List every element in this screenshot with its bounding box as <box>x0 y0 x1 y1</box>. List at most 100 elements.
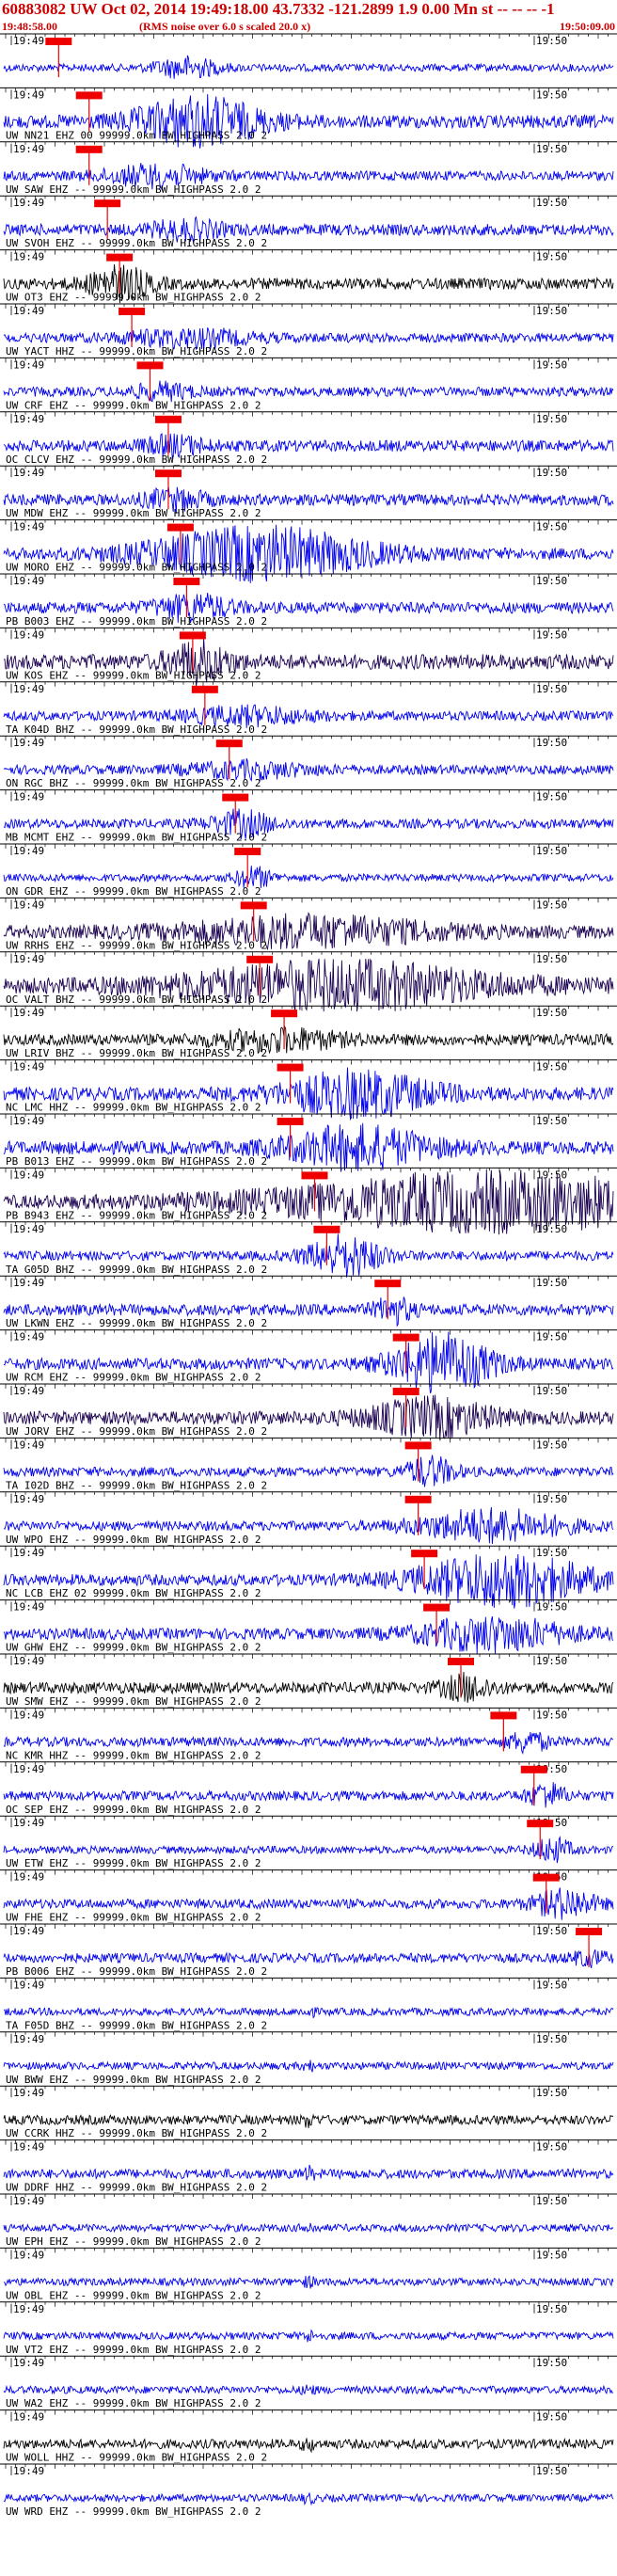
tick-label-left: 19:49 <box>13 1439 44 1451</box>
trace: 19:49 19:50 UW NN21 EHZ 00 99999.0km BW_HI… <box>0 87 617 149</box>
trace: 19:49 19:50 UW OT3 EHZ -- 99999.0km BW_HIG… <box>0 249 617 304</box>
trace: 19:49 19:50 NC LMC HHZ -- 99999.0km BW_HIG… <box>0 1059 617 1121</box>
trace: 19:49 19:50 UW CRF EHZ -- 99999.0km BW_HIG… <box>0 357 617 411</box>
tick-label-right: 19:50 <box>536 2411 567 2424</box>
waveform <box>4 2006 614 2019</box>
station-label: UW BWW EHZ -- 99999.0km BW_HIGHPASS 2.0 … <box>6 2074 261 2086</box>
tick-label-left: 19:49 <box>13 521 44 533</box>
pick-flag <box>222 793 249 802</box>
tick-label-left: 19:49 <box>13 898 44 911</box>
trace: 19:49 19:50 UW RRHS EHZ -- 99999.0km BW_HI… <box>0 897 617 951</box>
tick-label-left: 19:49 <box>13 1655 44 1667</box>
station-label: OC SEP EHZ -- 99999.0km BW_HIGHPASS 2.0 … <box>6 1804 261 1816</box>
tick-label-right: 19:50 <box>536 791 567 803</box>
station-label: UW LRIV BHZ -- 99999.0km BW_HIGHPASS 2.0… <box>6 1047 267 1059</box>
trace: 19:49 19:50 NC LCB EHZ 02 99999.0km BW_HIG… <box>0 1545 617 1609</box>
tick-label-right: 19:50 <box>536 143 567 155</box>
seismogram-plot: 19:49 19:50 19:49 19:50 UW NN21 EHZ 00 99999… <box>0 33 617 2518</box>
tick-label-right: 19:50 <box>536 845 567 857</box>
tick-label-left: 19:49 <box>13 1763 44 1775</box>
tick-label-right: 19:50 <box>536 1331 567 1344</box>
tick-label-right: 19:50 <box>536 1493 567 1505</box>
pick-flag <box>166 523 194 532</box>
trace: 19:49 19:50 UW SMW EHZ -- 99999.0km BW_HIG… <box>0 1653 617 1708</box>
trace: 19:49 19:50 PB B943 EHZ -- 99999.0km BW_HI… <box>0 1167 617 1235</box>
trace: 19:49 19:50 UW BWW EHZ -- 99999.0km BW_HIG… <box>0 2031 617 2086</box>
tick-label-right: 19:50 <box>536 575 567 587</box>
tick-label-left: 19:49 <box>13 305 44 317</box>
trace: 19:49 19:50 UW JORV EHZ -- 99999.0km BW_HI… <box>0 1383 617 1440</box>
tick-label-left: 19:49 <box>13 2033 44 2045</box>
pick-flag <box>271 1010 298 1018</box>
station-label: UW RRHS EHZ -- 99999.0km BW_HIGHPASS 2.0… <box>6 939 267 951</box>
tick-label-left: 19:49 <box>13 2303 44 2315</box>
station-label: UW OBL EHZ -- 99999.0km BW_HIGHPASS 2.0 … <box>6 2289 261 2301</box>
tick-label-right: 19:50 <box>536 2033 567 2045</box>
trace: 19:49 19:50 PB B003 EHZ -- 99999.0km BW_HI… <box>0 573 617 628</box>
tick-label-right: 19:50 <box>536 2357 567 2369</box>
tick-label-left: 19:49 <box>13 1277 44 1289</box>
trace: 19:49 19:50 UW LRIV BHZ -- 99999.0km BW_HI… <box>0 1005 617 1059</box>
tick-label-left: 19:49 <box>13 35 44 47</box>
station-label: OC CLCV EHZ -- 99999.0km BW_HIGHPASS 2.0… <box>6 453 267 466</box>
station-label: UW ETW EHZ -- 99999.0km BW_HIGHPASS 2.0 … <box>6 1857 261 1869</box>
tick-label-left: 19:49 <box>13 413 44 425</box>
tick-label-right: 19:50 <box>536 2303 567 2315</box>
trace: 19:49 19:50 UW DDRF HHZ -- 99999.0km BW_HI… <box>0 2139 617 2194</box>
tick-label-left: 19:49 <box>13 1709 44 1721</box>
tick-label-right: 19:50 <box>536 305 567 317</box>
pick-flag <box>490 1711 517 1720</box>
tick-label-right: 19:50 <box>536 2195 567 2207</box>
tick-label-left: 19:49 <box>13 1223 44 1235</box>
tick-label-right: 19:50 <box>536 2465 567 2477</box>
tick-label-left: 19:49 <box>13 2141 44 2154</box>
trace: 19:49 19:50 UW WPO EHZ -- 99999.0km BW_HIG… <box>0 1491 617 1546</box>
trace: 19:49 19:50 OC CLCV EHZ -- 99999.0km BW_HI… <box>0 411 617 466</box>
waveform <box>3 2329 614 2343</box>
tick-label-right: 19:50 <box>536 628 567 641</box>
pick-flag <box>154 469 182 478</box>
trace: 19:49 19:50 PB B006 EHZ -- 99999.0km BW_HI… <box>0 1923 617 1978</box>
tick-label-left: 19:49 <box>13 2357 44 2369</box>
pick-flag <box>313 1225 340 1233</box>
tick-label-left: 19:49 <box>13 1115 44 1127</box>
station-label: ON GDR EHZ -- 99999.0km BW_HIGHPASS 2.0 … <box>6 885 261 898</box>
station-label: UW DDRF HHZ -- 99999.0km BW_HIGHPASS 2.0… <box>6 2182 267 2194</box>
trace: 19:49 19:50 NC KMR HHZ -- 99999.0km BW_HIG… <box>0 1707 617 1761</box>
station-label: UW WPO EHZ -- 99999.0km BW_HIGHPASS 2.0 … <box>6 1534 261 1546</box>
station-label: UW OT3 EHZ -- 99999.0km BW_HIGHPASS 2.0 … <box>6 292 261 304</box>
pick-flag <box>154 415 182 423</box>
station-label: NC LCB EHZ 02 99999.0km BW_HIGHPASS 2.0 … <box>6 1587 261 1599</box>
pick-flag <box>246 955 274 963</box>
tick-label-right: 19:50 <box>536 1979 567 1991</box>
pick-flag <box>106 253 134 262</box>
trace: 19:49 19:50 UW SVOH EHZ -- 99999.0km BW_HI… <box>0 195 617 249</box>
tick-label-right: 19:50 <box>536 1601 567 1614</box>
trace: 19:49 19:50 MB MCMT EHZ -- 99999.0km BW_HI… <box>0 789 617 844</box>
tick-label-left: 19:49 <box>13 683 44 695</box>
tick-label-right: 19:50 <box>536 953 567 965</box>
waveform <box>3 2113 614 2128</box>
tick-label-right: 19:50 <box>536 1655 567 1667</box>
station-label: UW FHE EHZ -- 99999.0km BW_HIGHPASS 2.0 … <box>6 1912 261 1924</box>
station-label: UW WOLL HHZ -- 99999.0km BW_HIGHPASS 2.0… <box>6 2452 267 2464</box>
trace: 19:49 19:50 UW GHW EHZ -- 99999.0km BW_HIG… <box>0 1599 617 1654</box>
tick-label-right: 19:50 <box>536 1169 567 1181</box>
tick-label-right: 19:50 <box>536 197 567 209</box>
trace: 19:49 19:50 UW MDW EHZ -- 99999.0km BW_HIG… <box>0 465 617 519</box>
tick-label-right: 19:50 <box>536 1547 567 1559</box>
tick-label-left: 19:49 <box>13 467 44 479</box>
tick-label-right: 19:50 <box>536 1007 567 1019</box>
waveform <box>3 2222 614 2234</box>
station-label: TA I02D BHZ -- 99999.0km BW_HIGHPASS 2.0… <box>6 1479 267 1491</box>
tick-label-right: 19:50 <box>536 35 567 47</box>
tick-label-left: 19:49 <box>13 2087 44 2099</box>
pick-flag <box>173 578 200 585</box>
tick-label-right: 19:50 <box>536 521 567 533</box>
tick-label-left: 19:49 <box>13 575 44 587</box>
trace: 19:4919:50UW FHE EHZ -- 99999.0km BW_HIG… <box>0 1869 617 1924</box>
trace: 19:49 19:50 UW OBL EHZ -- 99999.0km BW_HIG… <box>0 2247 617 2301</box>
tick-label-right: 19:50 <box>536 251 567 263</box>
tick-label-left: 19:49 <box>13 2411 44 2424</box>
tick-label-left: 19:49 <box>13 1871 44 1884</box>
